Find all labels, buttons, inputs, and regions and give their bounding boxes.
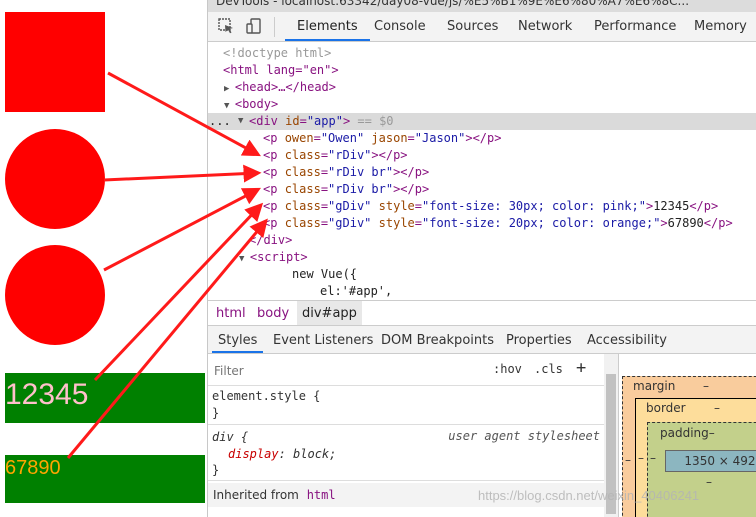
tree-p-gdiv-2[interactable]: <p class="gDiv" style="font-size: 20px; … bbox=[263, 215, 733, 232]
tree-js-line-1: new Vue({ bbox=[292, 267, 358, 281]
devtools-toolbar: Elements Console Sources Network Perform… bbox=[208, 12, 756, 42]
new-rule-plus-icon[interactable]: + bbox=[576, 358, 586, 378]
box-model-content[interactable]: 1350 × 492 bbox=[665, 450, 756, 472]
tab-memory[interactable]: Memory bbox=[694, 12, 747, 41]
tree-body[interactable]: ▼ <body> bbox=[224, 96, 278, 113]
green-box-text-2: 67890 bbox=[5, 457, 61, 479]
margin-label: margin bbox=[633, 379, 676, 393]
breadcrumb-body[interactable]: body bbox=[252, 301, 294, 325]
margin-left-value: – bbox=[625, 453, 631, 467]
red-circle-1 bbox=[5, 129, 105, 229]
inspect-element-icon[interactable] bbox=[218, 18, 234, 34]
div-selector: div { bbox=[212, 430, 249, 444]
styles-filter-row: :hov .cls + bbox=[208, 354, 604, 386]
red-circle-2 bbox=[5, 245, 105, 345]
border-label: border bbox=[646, 401, 686, 415]
devtools-panel: DevTools - localhost:63342/day08-vue/js/… bbox=[207, 0, 756, 517]
tree-p-owen[interactable]: <p owen="Owen" jason="Jason"></p> bbox=[263, 130, 501, 147]
breadcrumb-html[interactable]: html bbox=[211, 301, 251, 325]
element-style-rule: element.style { } bbox=[208, 386, 604, 425]
element-style-close: } bbox=[212, 406, 220, 420]
inherited-from-label: Inherited from bbox=[213, 488, 299, 502]
sidebar-tabs: Styles Event Listeners DOM Breakpoints P… bbox=[208, 326, 756, 354]
breadcrumb: html body div#app bbox=[208, 300, 756, 326]
tab-accessibility[interactable]: Accessibility bbox=[587, 326, 667, 353]
element-style-selector[interactable]: element.style { bbox=[212, 388, 320, 405]
tree-script[interactable]: ▼ <script> bbox=[239, 249, 308, 266]
green-box-67890: 67890 bbox=[5, 455, 205, 503]
tab-dom-breakpoints[interactable]: DOM Breakpoints bbox=[381, 326, 494, 353]
inherited-from-html-link[interactable]: html bbox=[307, 488, 336, 502]
devtools-titlebar: DevTools - localhost:63342/day08-vue/js/… bbox=[208, 0, 756, 12]
tree-div-app-selected[interactable]: ... ▼ <div id="app"> == $0 bbox=[208, 113, 756, 130]
cls-toggle[interactable]: .cls bbox=[534, 362, 563, 376]
tree-p-rdiv-br-2[interactable]: <p class="rDiv br"></p> bbox=[263, 181, 429, 198]
green-box-12345: 12345 bbox=[5, 373, 205, 423]
tree-p-rdiv[interactable]: <p class="rDiv"></p> bbox=[263, 147, 408, 164]
elements-tree: <!doctype html> <html lang="en"> ▶ <head… bbox=[208, 42, 756, 300]
margin-top-value: – bbox=[703, 379, 709, 393]
display-declaration: display: block; bbox=[228, 447, 337, 461]
tab-network[interactable]: Network bbox=[518, 12, 572, 41]
red-square bbox=[5, 12, 105, 112]
devtools-window-title: DevTools - localhost:63342/day08-vue/js/… bbox=[216, 0, 690, 8]
div-ua-rule: div { user agent stylesheet display: blo… bbox=[208, 425, 604, 481]
tab-event-listeners[interactable]: Event Listeners bbox=[273, 326, 373, 353]
tree-html[interactable]: <html lang="en"> bbox=[223, 62, 339, 79]
green-box-text-1: 12345 bbox=[5, 378, 89, 411]
toolbar-divider bbox=[274, 17, 275, 37]
padding-left-value: – bbox=[650, 451, 656, 465]
tab-console[interactable]: Console bbox=[374, 12, 426, 41]
div-rule-close: } bbox=[212, 463, 220, 477]
tab-performance[interactable]: Performance bbox=[594, 12, 676, 41]
tab-styles[interactable]: Styles bbox=[212, 326, 264, 353]
tab-sources[interactable]: Sources bbox=[447, 12, 498, 41]
tree-p-rdiv-br-1[interactable]: <p class="rDiv br"></p> bbox=[263, 164, 429, 181]
tree-p-gdiv-1[interactable]: <p class="gDiv" style="font-size: 30px; … bbox=[263, 198, 718, 215]
tab-properties[interactable]: Properties bbox=[506, 326, 572, 353]
watermark: https://blog.csdn.net/weixin_40406241 bbox=[478, 488, 700, 503]
tab-elements[interactable]: Elements bbox=[285, 12, 370, 41]
padding-label: padding– bbox=[660, 426, 715, 440]
tree-js-line-2: el:'#app', bbox=[320, 284, 393, 298]
user-agent-stylesheet-label: user agent stylesheet bbox=[448, 429, 600, 443]
border-left-value: – bbox=[638, 451, 644, 465]
rendered-page: 12345 67890 bbox=[0, 0, 207, 517]
tree-div-close[interactable]: </div> bbox=[249, 232, 292, 249]
tree-doctype[interactable]: <!doctype html> bbox=[223, 45, 331, 62]
styles-filter-input[interactable] bbox=[212, 360, 486, 382]
padding-bottom-value: – bbox=[706, 475, 712, 489]
tree-head[interactable]: ▶ <head>…</head> bbox=[224, 79, 336, 96]
device-toggle-icon[interactable] bbox=[246, 18, 262, 34]
breadcrumb-div-app[interactable]: div#app bbox=[297, 301, 362, 325]
border-top-value: – bbox=[714, 401, 720, 415]
hov-toggle[interactable]: :hov bbox=[493, 362, 522, 376]
